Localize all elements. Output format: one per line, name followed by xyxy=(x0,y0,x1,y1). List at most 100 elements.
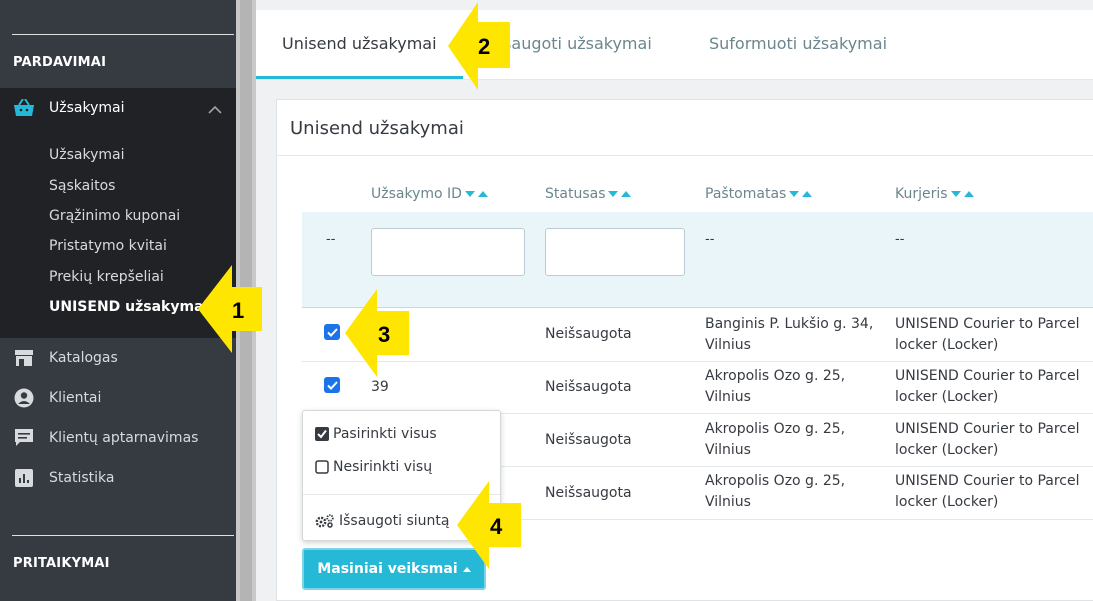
sidebar-item-customer-service[interactable]: Klientų aptarnavimas xyxy=(13,425,198,451)
sidebar-item-statistics[interactable]: Statistika xyxy=(13,465,114,491)
courier-line: UNISEND Courier to Parcel xyxy=(895,316,1080,332)
gears-icon xyxy=(315,514,335,528)
row-checkbox[interactable] xyxy=(324,324,340,340)
annotation-arrow-3 xyxy=(345,289,409,377)
courier-line: locker (Locker) xyxy=(895,337,999,353)
sidebar-section-sales: PARDAVIMAI xyxy=(13,55,107,70)
menu-item-label: Išsaugoti siuntą xyxy=(339,513,450,529)
panel-header: Unisend užsakymai xyxy=(277,100,1093,156)
column-header-order-id: Užsakymo ID xyxy=(371,186,488,202)
sort-desc-icon[interactable] xyxy=(950,191,961,197)
courier-line: locker (Locker) xyxy=(895,442,999,458)
sort-desc-icon[interactable] xyxy=(464,191,475,197)
sort-desc-icon[interactable] xyxy=(789,191,800,197)
filter-placeholder-locker: -- xyxy=(705,232,715,247)
sidebar-subitem-unisend-orders[interactable]: UNISEND užsakymai xyxy=(49,299,208,315)
annotation-number-4: 4 xyxy=(490,514,503,539)
sidebar-divider xyxy=(12,34,234,35)
locker-line: Vilnius xyxy=(705,442,751,458)
column-label: Statusas xyxy=(545,186,606,202)
chat-icon xyxy=(13,427,35,449)
tab-formed-orders[interactable]: Suformuoti užsakymai xyxy=(709,34,887,53)
bar-chart-icon xyxy=(13,467,35,489)
sidebar-item-label: Klientai xyxy=(49,390,102,406)
sort-asc-icon[interactable] xyxy=(477,191,488,197)
column-header-parcel-locker: Paštomatas xyxy=(705,186,813,202)
row-checkbox[interactable] xyxy=(324,377,340,393)
courier-line: UNISEND Courier to Parcel xyxy=(895,421,1080,437)
sidebar-subitem-invoices[interactable]: Sąskaitos xyxy=(49,178,115,194)
filter-status-input[interactable] xyxy=(545,228,685,276)
courier-line: UNISEND Courier to Parcel xyxy=(895,473,1080,489)
store-icon xyxy=(13,347,35,369)
filter-placeholder-select: -- xyxy=(326,232,336,247)
locker-line: Vilnius xyxy=(705,389,751,405)
column-label: Paštomatas xyxy=(705,186,787,202)
sidebar-item-orders[interactable]: Užsakymai xyxy=(13,95,124,121)
locker-line: Vilnius xyxy=(705,494,751,510)
basket-icon xyxy=(13,97,35,119)
row-status: Neišsaugota xyxy=(545,432,632,448)
column-header-status: Statusas xyxy=(545,186,632,202)
sidebar-item-customers[interactable]: Klientai xyxy=(13,385,101,411)
sidebar-subitem-carts[interactable]: Prekių krepšeliai xyxy=(49,269,164,285)
annotation-number-2: 2 xyxy=(478,34,491,59)
sidebar-subitem-credit-slips[interactable]: Grąžinimo kuponai xyxy=(49,208,180,224)
menu-item-save-shipment[interactable]: Išsaugoti siuntą xyxy=(315,513,449,529)
menu-item-label: Nesirinkti visų xyxy=(333,459,433,475)
sidebar-item-label: Užsakymai xyxy=(49,100,125,116)
row-status: Neišsaugota xyxy=(545,379,632,395)
row-courier: UNISEND Courier to Parcel locker (Locker… xyxy=(895,419,1080,461)
sort-asc-icon[interactable] xyxy=(621,191,632,197)
sidebar-section-customization: PRITAIKYMAI xyxy=(13,556,110,571)
sidebar-item-label: Klientų aptarnavimas xyxy=(49,430,199,446)
sidebar-item-label: Statistika xyxy=(49,470,115,486)
panel-title: Unisend užsakymai xyxy=(290,118,464,139)
row-status: Neišsaugota xyxy=(545,326,632,342)
row-locker: Banginis P. Lukšio g. 34, Vilnius xyxy=(705,314,873,356)
sort-asc-icon[interactable] xyxy=(802,191,813,197)
sidebar-divider xyxy=(12,535,234,536)
annotation-arrow-1 xyxy=(198,265,262,353)
column-label: Kurjeris xyxy=(895,186,948,202)
sidebar-item-label: Katalogas xyxy=(49,350,118,366)
annotation-number-1: 1 xyxy=(232,298,245,323)
locker-line: Banginis P. Lukšio g. 34, xyxy=(705,316,874,332)
row-order-id: 39 xyxy=(371,379,389,395)
active-tab-indicator xyxy=(256,76,463,79)
row-courier: UNISEND Courier to Parcel locker (Locker… xyxy=(895,471,1080,513)
column-header-courier: Kurjeris xyxy=(895,186,974,202)
row-locker: Akropolis Ozo g. 25, Vilnius xyxy=(705,419,845,461)
locker-line: Vilnius xyxy=(705,337,751,353)
filter-order-id-input[interactable] xyxy=(371,228,525,276)
tab-saved-orders[interactable]: Išsaugoti užsakymai xyxy=(508,34,652,53)
row-locker: Akropolis Ozo g. 25, Vilnius xyxy=(705,366,845,408)
row-locker: Akropolis Ozo g. 25, Vilnius xyxy=(705,471,845,513)
sidebar-subitem-delivery-slips[interactable]: Pristatymo kvitai xyxy=(49,238,167,254)
filter-placeholder-courier: -- xyxy=(895,232,905,247)
row-courier: UNISEND Courier to Parcel locker (Locker… xyxy=(895,366,1080,408)
courier-line: UNISEND Courier to Parcel xyxy=(895,368,1080,384)
locker-line: Akropolis Ozo g. 25, xyxy=(705,473,846,489)
row-status: Neišsaugota xyxy=(545,485,632,501)
annotation-number-3: 3 xyxy=(378,322,391,347)
row-courier: UNISEND Courier to Parcel locker (Locker… xyxy=(895,314,1080,356)
tab-unisend-orders[interactable]: Unisend užsakymai xyxy=(282,34,437,53)
courier-line: locker (Locker) xyxy=(895,389,999,405)
menu-item-select-all[interactable]: Pasirinkti visus xyxy=(315,426,437,442)
chevron-up-icon[interactable] xyxy=(208,100,222,119)
sort-asc-icon[interactable] xyxy=(963,191,974,197)
menu-item-deselect-all[interactable]: Nesirinkti visų xyxy=(315,459,432,475)
menu-item-label: Pasirinkti visus xyxy=(333,426,437,442)
checked-box-icon xyxy=(315,427,329,441)
sidebar-subitem-orders[interactable]: Užsakymai xyxy=(49,147,124,163)
empty-box-icon xyxy=(315,460,329,474)
sort-desc-icon[interactable] xyxy=(608,191,619,197)
column-label: Užsakymo ID xyxy=(371,186,462,202)
locker-line: Akropolis Ozo g. 25, xyxy=(705,421,846,437)
sidebar-item-catalog[interactable]: Katalogas xyxy=(13,345,118,371)
courier-line: locker (Locker) xyxy=(895,494,999,510)
user-circle-icon xyxy=(13,387,35,409)
button-label: Masiniai veiksmai xyxy=(317,561,458,577)
annotation-arrow-4 xyxy=(457,481,521,569)
